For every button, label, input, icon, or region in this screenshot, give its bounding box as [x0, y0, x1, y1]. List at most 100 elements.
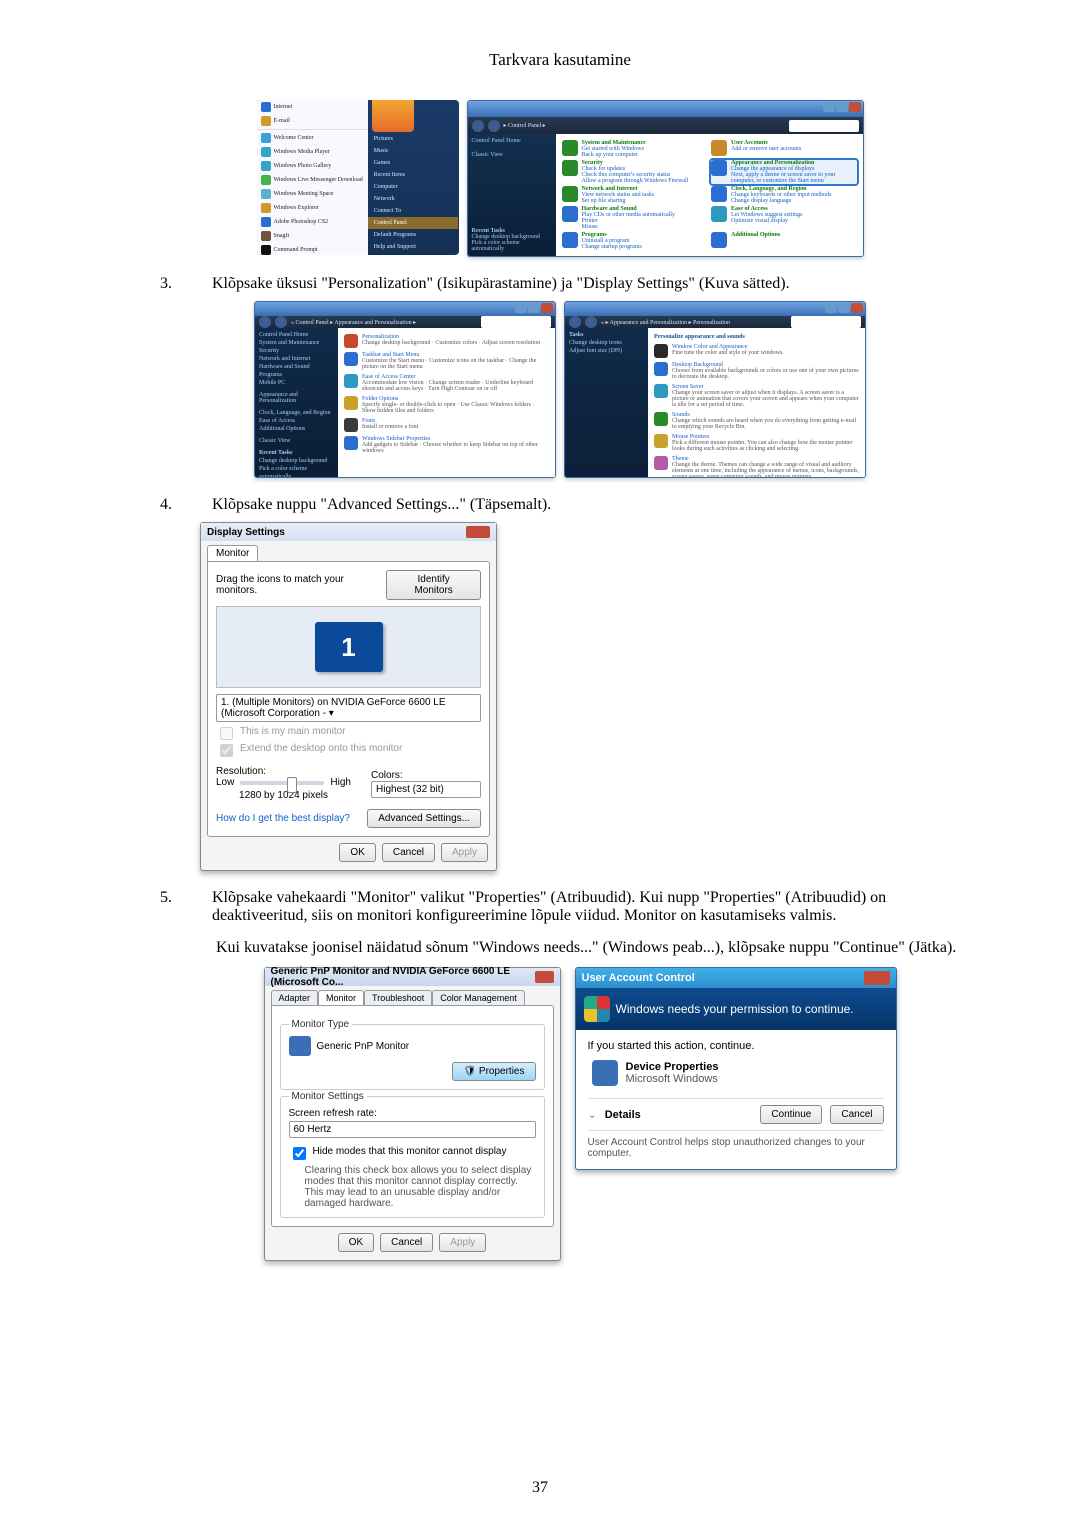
breadcrumb[interactable]: ▸ Control Panel ▸	[504, 122, 546, 129]
properties-button[interactable]: 🛡 Properties	[452, 1062, 535, 1081]
category-sublink[interactable]: Mouse	[582, 224, 675, 230]
category-sublink[interactable]: Optimize visual display	[731, 218, 802, 224]
category-sublink[interactable]: Add or remove user accounts	[731, 146, 801, 152]
personalization-item[interactable]: Desktop BackgroundChoose from available …	[654, 362, 859, 380]
nav-back-icon[interactable]	[569, 316, 581, 328]
sidebar-link[interactable]: Change desktop icons	[569, 340, 644, 346]
category-item[interactable]: SecurityCheck for updatesCheck this comp…	[562, 160, 708, 184]
sidebar-link[interactable]: Classic View	[472, 152, 552, 158]
category-sublink[interactable]: Next, apply a theme or screen saver to y…	[731, 172, 857, 184]
nav-forward-icon[interactable]	[275, 316, 287, 328]
personalization-item[interactable]: ThemeChange the theme. Themes can change…	[654, 456, 859, 478]
category-title[interactable]: Additional Options	[731, 232, 780, 238]
window-buttons[interactable]	[825, 303, 863, 313]
personalization-item[interactable]: Mouse PointersPick a different mouse poi…	[654, 434, 859, 452]
color-depth-selector[interactable]: Highest (32 bit)	[371, 781, 481, 798]
category-sublink[interactable]: Allow a program through Windows Firewall	[582, 178, 689, 184]
category-sublink[interactable]: Change display language	[731, 198, 831, 204]
start-item[interactable]: Command Prompt	[257, 243, 368, 255]
category-sublink[interactable]: Back up your computer	[582, 152, 646, 158]
start-right-item[interactable]: Connect To	[368, 205, 459, 217]
refresh-rate-selector[interactable]: 60 Hertz	[289, 1121, 536, 1138]
window-buttons[interactable]	[515, 303, 553, 313]
search-input[interactable]	[481, 316, 551, 328]
cancel-button[interactable]: Cancel	[830, 1105, 883, 1124]
start-right-item[interactable]: Pictures	[368, 133, 459, 145]
sidebar-link[interactable]: Programs	[259, 372, 334, 378]
sidebar-link[interactable]: Mobile PC	[259, 380, 334, 386]
ok-button[interactable]: OK	[339, 843, 375, 862]
monitor-arrangement-area[interactable]: 1	[216, 606, 481, 688]
sidebar-link[interactable]: System and Maintenance	[259, 340, 334, 346]
hide-modes-checkbox[interactable]	[293, 1147, 306, 1160]
personalization-item[interactable]: Screen SaverChange your screen saver or …	[654, 384, 859, 408]
category-item[interactable]: User AccountsAdd or remove user accounts	[711, 140, 857, 158]
start-item[interactable]: Internet	[257, 100, 368, 114]
monitor-icon-1[interactable]: 1	[315, 622, 383, 672]
category-item[interactable]: System and MaintenanceGet started with W…	[562, 140, 708, 158]
personalization-item[interactable]: SoundsChange which sounds are heard when…	[654, 412, 859, 430]
help-link[interactable]: How do I get the best display?	[216, 813, 350, 824]
tab-monitor[interactable]: Monitor	[207, 545, 258, 561]
category-item[interactable]: Clock, Language, and RegionChange keyboa…	[711, 186, 857, 204]
nav-forward-icon[interactable]	[488, 120, 500, 132]
appearance-item[interactable]: Taskbar and Start MenuCustomize the Star…	[344, 352, 549, 370]
tab-adapter[interactable]: Adapter	[271, 990, 319, 1005]
monitor-selector[interactable]: 1. (Multiple Monitors) on NVIDIA GeForce…	[216, 694, 481, 722]
start-right-item[interactable]: Default Programs	[368, 229, 459, 241]
search-input[interactable]	[789, 120, 859, 132]
category-item[interactable]: ProgramsUninstall a programChange startu…	[562, 232, 708, 250]
start-right-item[interactable]: Music	[368, 145, 459, 157]
start-item[interactable]: Windows Meeting Space	[257, 187, 368, 201]
start-right-item[interactable]: Help and Support	[368, 241, 459, 253]
cancel-button[interactable]: Cancel	[382, 843, 435, 862]
appearance-item[interactable]: Folder OptionsSpecify single- or double-…	[344, 396, 549, 414]
start-right-item[interactable]: Network	[368, 193, 459, 205]
start-item[interactable]: Windows Live Messenger Download	[257, 173, 368, 187]
sidebar-link[interactable]: Classic View	[259, 438, 334, 444]
tab-color-management[interactable]: Color Management	[432, 990, 525, 1005]
start-item[interactable]: SnagIt	[257, 229, 368, 243]
ok-button[interactable]: OK	[338, 1233, 374, 1252]
start-right-item[interactable]: Computer	[368, 181, 459, 193]
close-icon[interactable]	[466, 526, 490, 538]
search-input[interactable]	[791, 316, 861, 328]
window-buttons[interactable]	[823, 102, 861, 112]
appearance-item[interactable]: FontsInstall or remove a font	[344, 418, 549, 432]
sidebar-link[interactable]: Network and Internet	[259, 356, 334, 362]
identify-monitors-button[interactable]: Identify Monitors	[386, 570, 481, 600]
breadcrumb[interactable]: « ▸ Appearance and Personalization ▸ Per…	[601, 319, 730, 326]
start-item[interactable]: Windows Explorer	[257, 201, 368, 215]
sidebar-link[interactable]: Security	[259, 348, 334, 354]
category-item[interactable]: Additional Options	[711, 232, 857, 250]
start-item[interactable]: Welcome Center	[257, 131, 368, 145]
appearance-item[interactable]: Windows Sidebar PropertiesAdd gadgets to…	[344, 436, 549, 454]
tab-monitor[interactable]: Monitor	[318, 990, 364, 1005]
category-appearance-personalization[interactable]: Appearance and PersonalizationChange the…	[711, 160, 857, 184]
start-right-item[interactable]: Games	[368, 157, 459, 169]
start-item[interactable]: Adobe Photoshop CS2	[257, 215, 368, 229]
recent-task-link[interactable]: automatically	[259, 474, 334, 478]
sidebar-link[interactable]: Adjust font size (DPI)	[569, 348, 644, 354]
nav-forward-icon[interactable]	[585, 316, 597, 328]
appearance-item[interactable]: PersonalizationChange desktop background…	[344, 334, 549, 348]
sidebar-link[interactable]: Additional Options	[259, 426, 334, 432]
start-right-item[interactable]: Recent Items	[368, 169, 459, 181]
category-item[interactable]: Network and InternetView network status …	[562, 186, 708, 204]
start-item[interactable]: E-mail	[257, 114, 368, 128]
recent-task-link[interactable]: automatically	[472, 246, 552, 252]
resolution-slider[interactable]: Low High	[216, 777, 351, 788]
sidebar-link[interactable]: Control Panel Home	[472, 138, 552, 144]
category-item[interactable]: Hardware and SoundPlay CDs or other medi…	[562, 206, 708, 230]
continue-button[interactable]: Continue	[760, 1105, 822, 1124]
sidebar-link[interactable]: Hardware and Sound	[259, 364, 334, 370]
category-item[interactable]: Ease of AccessLet Windows suggest settin…	[711, 206, 857, 230]
personalization-item[interactable]: Window Color and AppearanceFine tune the…	[654, 344, 859, 358]
breadcrumb[interactable]: « Control Panel ▸ Appearance and Persona…	[291, 319, 416, 326]
start-item[interactable]: Windows Media Player	[257, 145, 368, 159]
recent-task-link[interactable]: Pick a color scheme	[259, 466, 334, 472]
chevron-down-icon[interactable]: ⌄	[588, 1108, 597, 1121]
sidebar-link[interactable]: Clock, Language, and Region	[259, 410, 334, 416]
tab-troubleshoot[interactable]: Troubleshoot	[364, 990, 432, 1005]
appearance-item[interactable]: Ease of Access CenterAccommodate low vis…	[344, 374, 549, 392]
